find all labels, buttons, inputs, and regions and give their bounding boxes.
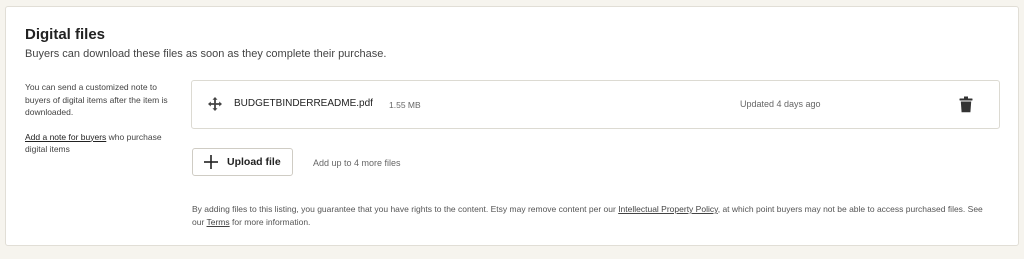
section-subtitle: Buyers can download these files as soon … [25, 48, 387, 60]
move-arrows-icon[interactable] [207, 96, 223, 112]
terms-link[interactable]: Terms [207, 217, 230, 227]
file-row: BUDGETBINDERREADME.pdf 1.55 MB Updated 4… [191, 80, 1000, 129]
buyer-note-paragraph: Add a note for buyers who purchase digit… [25, 131, 175, 156]
upload-file-label: Upload file [227, 156, 281, 168]
file-updated-time: Updated 4 days ago [740, 99, 821, 109]
legal-notice: By adding files to this listing, you gua… [192, 203, 997, 228]
digital-files-card: Digital files Buyers can download these … [5, 6, 1019, 246]
legal-text-3: for more information. [229, 216, 311, 227]
ip-policy-link[interactable]: Intellectual Property Policy [618, 204, 718, 214]
section-title: Digital files [25, 26, 106, 43]
trash-icon[interactable] [959, 96, 973, 113]
file-size: 1.55 MB [389, 100, 421, 110]
buyer-note-description: You can send a customized note to buyers… [25, 82, 168, 117]
upload-file-button[interactable]: Upload file [192, 148, 293, 176]
add-buyer-note-link[interactable]: Add a note for buyers [25, 132, 106, 142]
sidebar-help: You can send a customized note to buyers… [25, 81, 175, 168]
legal-text-1: By adding files to this listing, you gua… [192, 204, 619, 214]
upload-limit-hint: Add up to 4 more files [313, 158, 401, 168]
file-name: BUDGETBINDERREADME.pdf [234, 98, 373, 109]
plus-icon [204, 155, 218, 169]
